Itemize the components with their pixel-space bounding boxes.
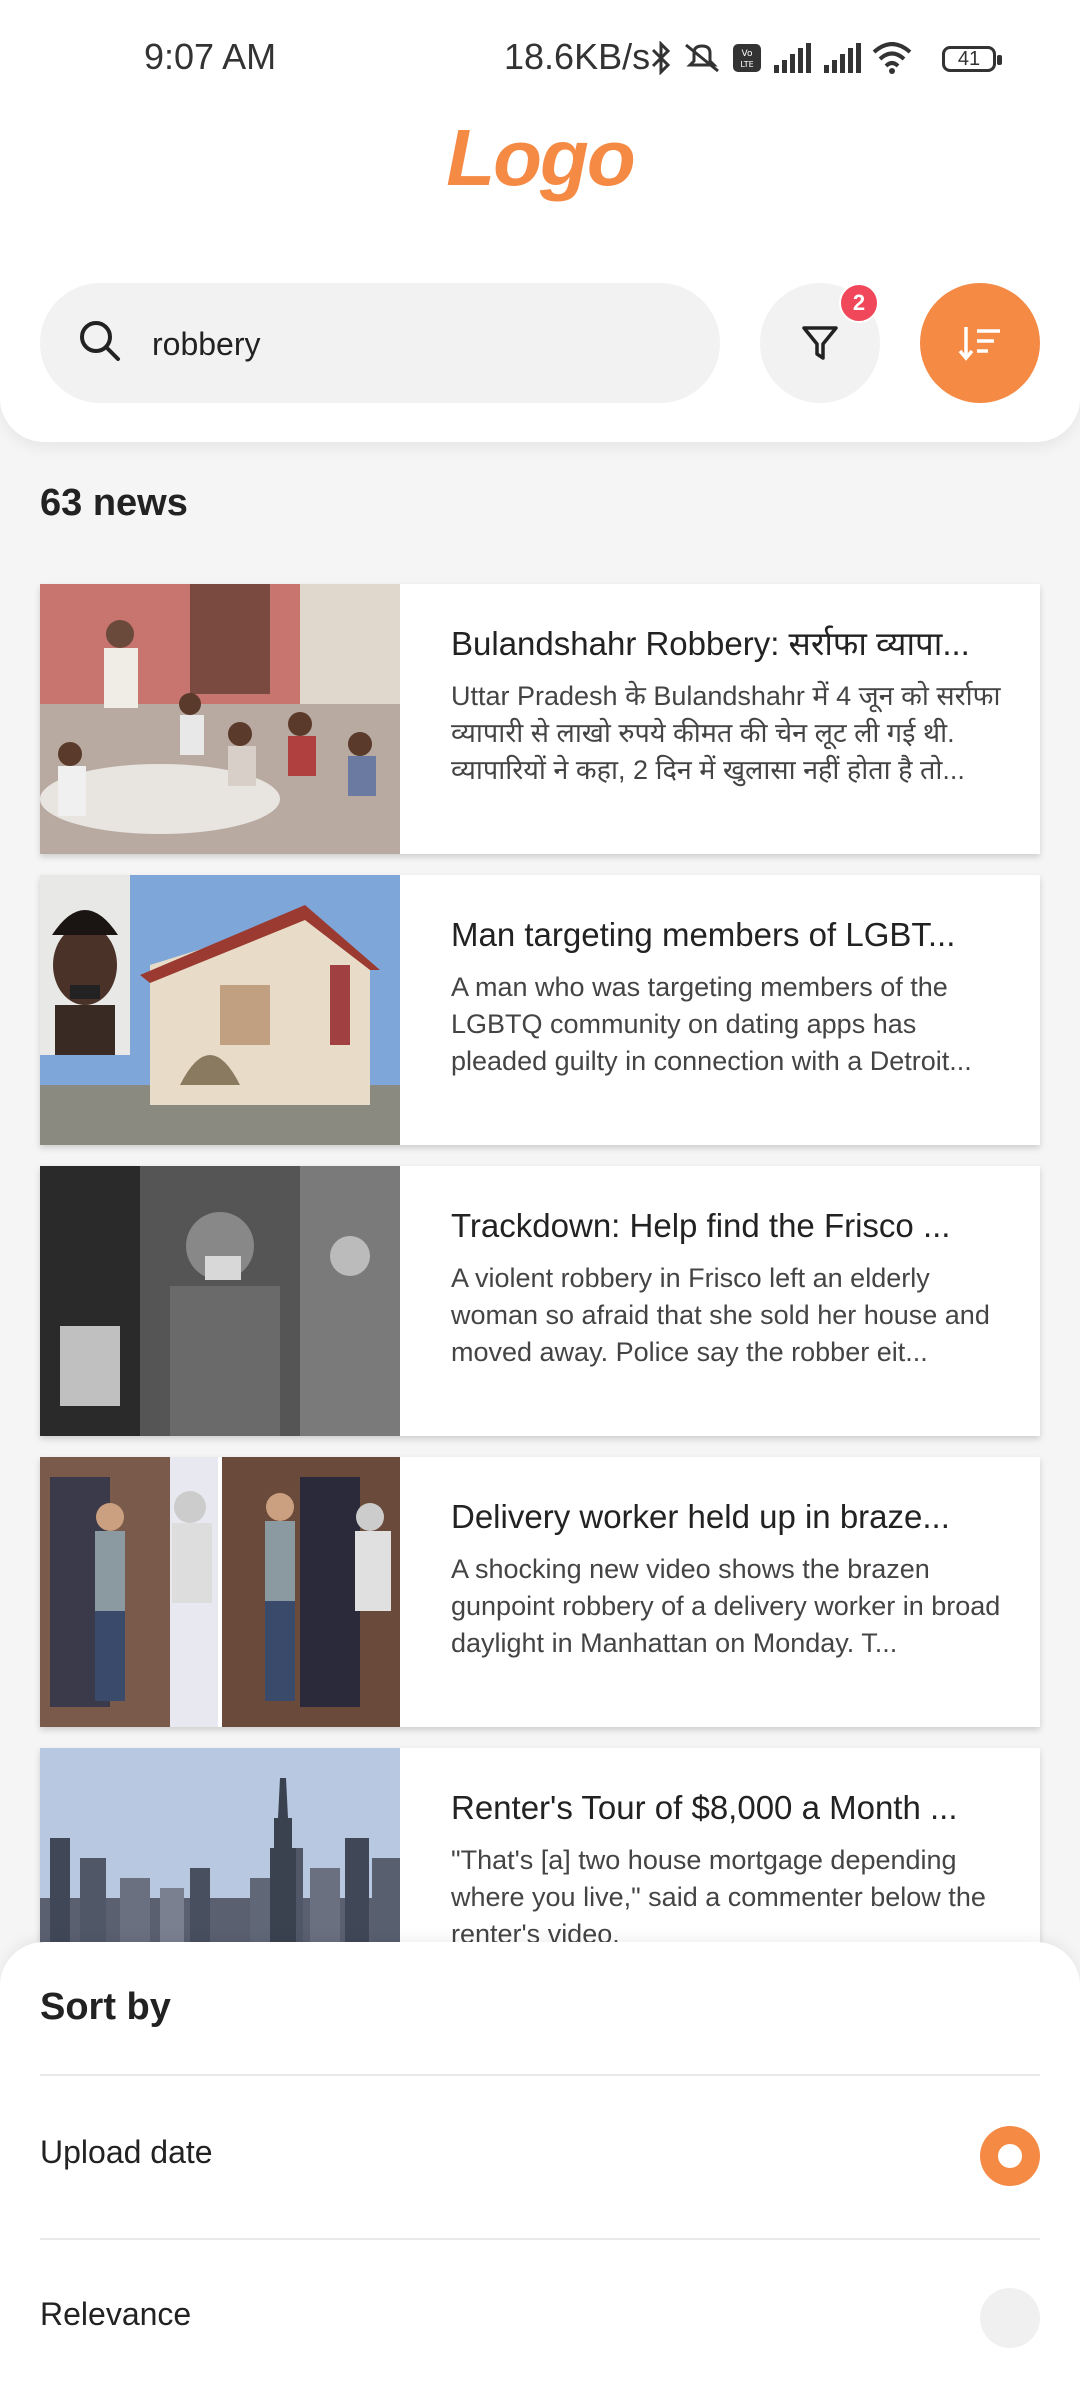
filter-icon (802, 326, 838, 360)
sort-option-upload-date[interactable]: Upload date (0, 2076, 1080, 2236)
sort-button[interactable] (920, 283, 1040, 403)
news-card-text: Renter's Tour of $8,000 a Month ... "Tha… (451, 1788, 1011, 1953)
signal-icon (774, 43, 811, 73)
status-time: 9:07 AM (144, 36, 277, 77)
news-card-text: Man targeting members of LGBT... A man w… (451, 915, 1011, 1080)
news-card[interactable]: Delivery worker held up in braze... A sh… (40, 1457, 1040, 1727)
news-thumbnail (40, 1457, 400, 1727)
svg-text:Vo: Vo (742, 49, 753, 59)
bluetooth-icon (651, 41, 671, 75)
news-title: Renter's Tour of $8,000 a Month ... (451, 1789, 958, 1826)
news-card[interactable]: Man targeting members of LGBT... A man w… (40, 875, 1040, 1145)
battery-icon: 41 (942, 46, 1002, 72)
news-card[interactable]: Bulandshahr Robbery: सर्राफा व्यापा... U… (40, 584, 1040, 854)
search-input[interactable] (150, 313, 694, 375)
filter-count-badge: 2 (839, 283, 879, 323)
sort-icon (958, 327, 1000, 361)
news-title: Trackdown: Help find the Frisco ... (451, 1207, 951, 1244)
search-icon (80, 321, 120, 361)
news-description: A shocking new video shows the brazen gu… (451, 1554, 1001, 1658)
sort-option-label: Relevance (40, 2296, 192, 2332)
news-title: Man targeting members of LGBT... (451, 916, 956, 953)
news-description: Uttar Pradesh के Bulandshahr में 4 जून क… (451, 681, 1001, 785)
status-bar: 9:07 AM 18.6KB/s Vo LTE 41 (0, 0, 1080, 110)
wifi-icon (872, 42, 912, 74)
sort-option-label: Upload date (40, 2134, 213, 2170)
news-card-text: Delivery worker held up in braze... A sh… (451, 1497, 1011, 1662)
volte-icon: VoLTE (733, 44, 761, 72)
news-title: Bulandshahr Robbery: सर्राफा व्यापा... (451, 625, 970, 662)
news-title: Delivery worker held up in braze... (451, 1498, 950, 1535)
news-thumbnail (40, 1166, 400, 1436)
sort-bottom-sheet: Sort by Upload date Relevance (0, 1942, 1080, 2400)
radio-unselected[interactable] (980, 2288, 1040, 2348)
search-bar[interactable] (40, 283, 720, 403)
network-speed: 18.6KB/s (504, 36, 651, 77)
svg-text:LTE: LTE (740, 60, 753, 69)
news-card[interactable]: Trackdown: Help find the Frisco ... A vi… (40, 1166, 1040, 1436)
results-count: 63 news (40, 482, 188, 524)
news-description: "That's [a] two house mortgage depending… (451, 1845, 986, 1949)
news-card-text: Trackdown: Help find the Frisco ... A vi… (451, 1206, 1011, 1371)
battery-level: 41 (957, 47, 981, 70)
signal-icon-2 (824, 43, 861, 73)
news-description: A violent robbery in Frisco left an elde… (451, 1263, 990, 1367)
mute-icon (685, 43, 719, 73)
status-icons: Vo LTE (650, 40, 912, 76)
radio-selected[interactable] (980, 2126, 1040, 2186)
news-description: A man who was targeting members of the L… (451, 972, 972, 1076)
sort-option-relevance[interactable]: Relevance (0, 2238, 1080, 2398)
news-thumbnail (40, 875, 400, 1145)
sort-sheet-title: Sort by (40, 1986, 171, 2028)
news-thumbnail (40, 584, 400, 854)
app-logo[interactable]: Logo (0, 112, 1080, 204)
news-list: Bulandshahr Robbery: सर्राफा व्यापा... U… (40, 584, 1040, 2039)
app-header: 9:07 AM 18.6KB/s VoLTE 41 Logo 2 (0, 0, 1080, 442)
news-card-text: Bulandshahr Robbery: सर्राफा व्यापा... U… (451, 624, 1011, 789)
